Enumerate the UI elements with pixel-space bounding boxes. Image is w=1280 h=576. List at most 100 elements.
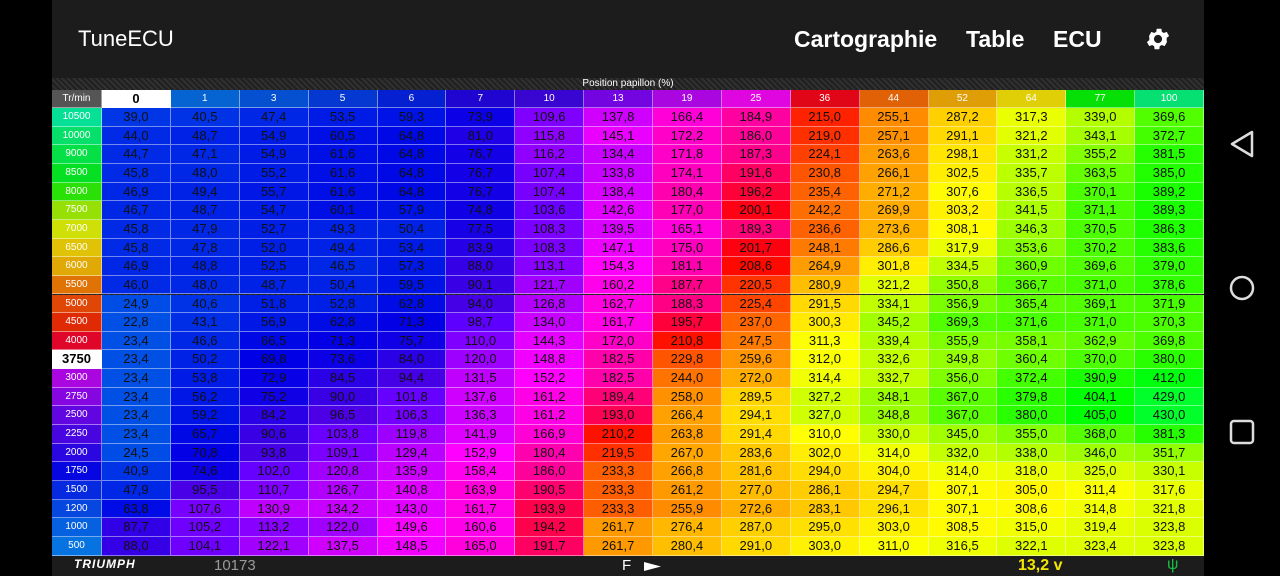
row-header[interactable]: 8000: [52, 182, 102, 202]
map-cell[interactable]: 317,6: [1135, 481, 1204, 500]
row-header[interactable]: 5000: [52, 294, 102, 314]
map-cell[interactable]: 363,5: [1066, 163, 1136, 183]
map-cell[interactable]: 23,4: [102, 331, 171, 351]
map-cell[interactable]: 76,7: [446, 182, 516, 202]
map-cell[interactable]: 24,9: [102, 294, 171, 314]
map-cell[interactable]: 307,1: [928, 481, 998, 500]
row-header[interactable]: 4500: [52, 313, 102, 332]
map-cell[interactable]: 54,9: [239, 145, 309, 164]
map-cell[interactable]: 53,5: [308, 108, 378, 127]
map-cell[interactable]: 158,4: [446, 462, 516, 481]
map-cell[interactable]: 294,7: [859, 481, 929, 500]
map-cell[interactable]: 152,2: [515, 369, 585, 388]
map-cell[interactable]: 138,4: [584, 182, 653, 202]
map-cell[interactable]: 48,8: [170, 257, 240, 276]
column-header[interactable]: 7: [446, 90, 516, 108]
map-cell[interactable]: 307,6: [928, 182, 998, 202]
map-cell[interactable]: 107,4: [515, 163, 585, 183]
map-cell[interactable]: 327,0: [790, 406, 860, 426]
map-cell[interactable]: 248,1: [790, 238, 860, 258]
map-cell[interactable]: 88,0: [446, 257, 516, 276]
map-cell[interactable]: 412,0: [1135, 369, 1204, 388]
column-header[interactable]: 100: [1135, 90, 1204, 108]
map-cell[interactable]: 381,3: [1135, 425, 1204, 444]
map-cell[interactable]: 334,5: [928, 257, 998, 276]
map-cell[interactable]: 59,2: [170, 406, 240, 426]
map-cell[interactable]: 160,6: [446, 518, 516, 537]
map-cell[interactable]: 371,6: [997, 313, 1067, 332]
map-cell[interactable]: 321,8: [1135, 499, 1204, 519]
map-cell[interactable]: 280,9: [790, 275, 860, 295]
map-cell[interactable]: 137,8: [584, 108, 653, 127]
map-cell[interactable]: 165,0: [446, 536, 516, 556]
map-cell[interactable]: 108,3: [515, 238, 585, 258]
column-header[interactable]: 64: [997, 90, 1067, 108]
map-cell[interactable]: 277,0: [721, 481, 791, 500]
map-cell[interactable]: 51,8: [239, 294, 309, 314]
map-cell[interactable]: 360,4: [997, 350, 1067, 370]
map-cell[interactable]: 348,8: [859, 406, 929, 426]
map-cell[interactable]: 152,9: [446, 443, 516, 463]
map-cell[interactable]: 356,9: [928, 294, 998, 314]
map-cell[interactable]: 163,9: [446, 481, 516, 500]
map-cell[interactable]: 261,7: [584, 518, 653, 537]
map-cell[interactable]: 190,5: [515, 481, 585, 500]
map-cell[interactable]: 71,3: [308, 331, 378, 351]
map-cell[interactable]: 233,3: [584, 499, 653, 519]
map-cell[interactable]: 61,6: [308, 163, 378, 183]
map-cell[interactable]: 47,9: [170, 219, 240, 239]
gear-icon[interactable]: [1144, 25, 1172, 53]
map-cell[interactable]: 184,9: [721, 108, 791, 127]
map-cell[interactable]: 90,6: [239, 425, 309, 444]
map-cell[interactable]: 49,4: [308, 238, 378, 258]
map-cell[interactable]: 237,0: [721, 313, 791, 332]
map-cell[interactable]: 356,0: [928, 369, 998, 388]
map-cell[interactable]: 366,7: [997, 275, 1067, 295]
map-cell[interactable]: 210,8: [653, 331, 722, 351]
map-cell[interactable]: 177,0: [653, 201, 722, 220]
map-cell[interactable]: 180,4: [515, 443, 585, 463]
column-header[interactable]: 10: [515, 90, 585, 108]
map-cell[interactable]: 107,6: [170, 499, 240, 519]
map-cell[interactable]: 276,4: [653, 518, 722, 537]
map-cell[interactable]: 332,0: [928, 443, 998, 463]
map-cell[interactable]: 303,0: [790, 536, 860, 556]
map-cell[interactable]: 341,5: [997, 201, 1067, 220]
map-cell[interactable]: 45,8: [102, 163, 171, 183]
map-cell[interactable]: 108,3: [515, 219, 585, 239]
map-cell[interactable]: 84,0: [377, 350, 447, 370]
row-header[interactable]: 2000: [52, 443, 102, 463]
map-cell[interactable]: 96,5: [308, 406, 378, 426]
map-cell[interactable]: 50,4: [308, 275, 378, 295]
map-cell[interactable]: 308,5: [928, 518, 998, 537]
map-cell[interactable]: 137,6: [446, 387, 516, 407]
map-cell[interactable]: 263,8: [653, 425, 722, 444]
map-cell[interactable]: 23,4: [102, 350, 171, 370]
map-cell[interactable]: 389,3: [1135, 201, 1204, 220]
map-cell[interactable]: 47,9: [102, 481, 171, 500]
map-cell[interactable]: 154,3: [584, 257, 653, 276]
row-header[interactable]: 3000: [52, 369, 102, 388]
map-cell[interactable]: 55,2: [239, 163, 309, 183]
map-cell[interactable]: 73,9: [446, 108, 516, 127]
map-cell[interactable]: 54,7: [239, 201, 309, 220]
map-cell[interactable]: 215,0: [790, 108, 860, 127]
map-cell[interactable]: 230,8: [790, 163, 860, 183]
map-cell[interactable]: 263,6: [859, 145, 929, 164]
column-header[interactable]: 3: [239, 90, 309, 108]
map-cell[interactable]: 369,6: [1135, 108, 1204, 127]
menu-cartographie[interactable]: Cartographie: [794, 26, 937, 53]
map-cell[interactable]: 83,9: [446, 238, 516, 258]
map-cell[interactable]: 44,0: [102, 126, 171, 146]
row-header[interactable]: 6000: [52, 257, 102, 276]
map-cell[interactable]: 389,2: [1135, 182, 1204, 202]
map-cell[interactable]: 370,2: [1066, 238, 1136, 258]
column-header[interactable]: 13: [584, 90, 653, 108]
map-cell[interactable]: 283,6: [721, 443, 791, 463]
row-header[interactable]: 2750: [52, 387, 102, 407]
map-cell[interactable]: 161,2: [515, 406, 585, 426]
map-cell[interactable]: 93,8: [239, 443, 309, 463]
map-cell[interactable]: 57,3: [377, 257, 447, 276]
map-cell[interactable]: 314,8: [1066, 499, 1136, 519]
map-cell[interactable]: 264,9: [790, 257, 860, 276]
